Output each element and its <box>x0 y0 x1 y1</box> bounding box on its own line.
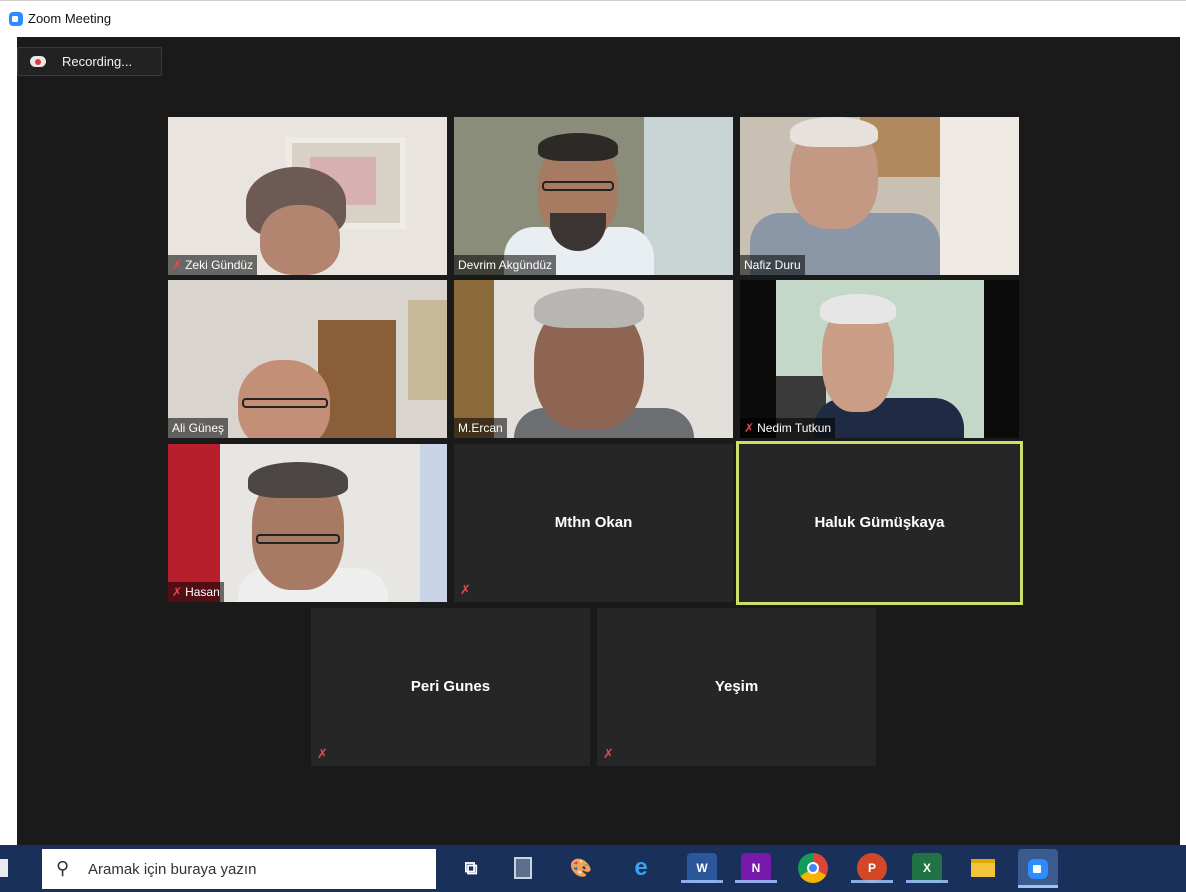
participant-name-label: Nafiz Duru <box>740 255 805 275</box>
active-indicator <box>906 880 948 883</box>
active-indicator <box>681 880 723 883</box>
search-icon: ⚲ <box>56 858 70 878</box>
muted-mic-icon: ✗ <box>744 421 755 435</box>
taskbar-search-box[interactable]: ⚲ Aramak için buraya yazın <box>42 849 436 889</box>
participant-name: Haluk Gümüşkaya <box>814 514 945 531</box>
participant-name-label: Ali Güneş <box>168 418 229 438</box>
participant-name-label: M.Ercan <box>454 418 507 438</box>
task-view-icon[interactable]: ⧉ <box>456 853 486 883</box>
chrome-icon[interactable] <box>798 853 828 883</box>
video-tile-hasan[interactable]: ✗ Hasan <box>168 444 447 602</box>
participant-name: Peri Gunes <box>410 678 491 695</box>
glasses <box>256 534 340 544</box>
participant-name: Mthn Okan <box>554 514 633 531</box>
white-cabinet <box>940 117 1019 275</box>
participant-hair <box>538 133 618 161</box>
zoom-app-icon <box>9 12 23 26</box>
onenote-icon[interactable]: N <box>735 853 777 883</box>
wall-frame <box>408 300 447 400</box>
edge-icon[interactable]: e <box>626 853 656 883</box>
word-icon[interactable]: W <box>681 853 723 883</box>
muted-mic-icon: ✗ <box>172 585 183 599</box>
paint-icon[interactable]: 🎨 <box>566 853 596 883</box>
windows-taskbar: ⚲ Aramak için buraya yazın ⧉ 🎨 e W N P X <box>0 845 1186 892</box>
file-explorer-icon[interactable] <box>968 853 998 883</box>
video-tile-devrim-akgunduz[interactable]: Devrim Akgündüz <box>454 117 733 275</box>
video-tile-zeki-gunduz[interactable]: ✗ Zeki Gündüz <box>168 117 447 275</box>
powerpoint-icon[interactable]: P <box>851 853 893 883</box>
glasses <box>242 398 328 408</box>
participant-hair <box>820 294 896 324</box>
participant-name: Yeşim <box>714 678 759 695</box>
bookshelf <box>318 320 396 438</box>
banner <box>420 444 447 602</box>
zoom-taskbar-icon[interactable] <box>1018 849 1058 888</box>
recording-label: Recording... <box>62 54 133 69</box>
video-tile-m-ercan[interactable]: M.Ercan <box>454 280 733 438</box>
video-tile-ali-gunes[interactable]: Ali Güneş <box>168 280 447 438</box>
participant-name-label: ✗ Hasan <box>168 582 224 602</box>
video-tile-peri-gunes[interactable]: Peri Gunes ✗ <box>311 608 590 766</box>
search-placeholder: Aramak için buraya yazın <box>88 861 257 878</box>
video-tile-haluk-gumuskaya-active-speaker[interactable]: Haluk Gümüşkaya <box>736 441 1023 605</box>
active-indicator <box>851 880 893 883</box>
video-tile-nafiz-duru[interactable]: Nafiz Duru <box>740 117 1019 275</box>
recording-indicator[interactable]: Recording... <box>17 47 162 76</box>
participant-hair <box>248 462 348 498</box>
video-tile-mthn-okan[interactable]: Mthn Okan ✗ <box>454 444 733 602</box>
participant-name-label: Devrim Akgündüz <box>454 255 557 275</box>
flag <box>168 444 220 602</box>
participant-name-label: ✗ Nedim Tutkun <box>740 418 836 438</box>
glasses <box>542 181 614 191</box>
window-titlebar: Zoom Meeting <box>0 0 1186 37</box>
cloud-record-icon <box>30 56 46 67</box>
active-indicator <box>735 880 777 883</box>
participant-face <box>260 205 340 275</box>
calculator-icon[interactable] <box>508 853 538 883</box>
curtain <box>644 117 733 275</box>
participant-hair <box>534 288 644 328</box>
start-button[interactable] <box>0 859 8 877</box>
active-indicator <box>1018 885 1058 888</box>
participant-hair <box>790 117 878 147</box>
video-tile-nedim-tutkun[interactable]: ✗ Nedim Tutkun <box>740 280 1019 438</box>
muted-mic-icon: ✗ <box>172 258 183 272</box>
muted-mic-icon: ✗ <box>460 582 471 597</box>
curtain <box>454 280 494 438</box>
muted-mic-icon: ✗ <box>603 746 614 761</box>
excel-icon[interactable]: X <box>906 853 948 883</box>
muted-mic-icon: ✗ <box>317 746 328 761</box>
meeting-area: Recording... ✗ Zeki Gündüz Devrim Akgündü… <box>17 37 1180 845</box>
video-tile-yesim[interactable]: Yeşim ✗ <box>597 608 876 766</box>
window-title: Zoom Meeting <box>28 11 112 26</box>
participant-name-label: ✗ Zeki Gündüz <box>168 255 258 275</box>
